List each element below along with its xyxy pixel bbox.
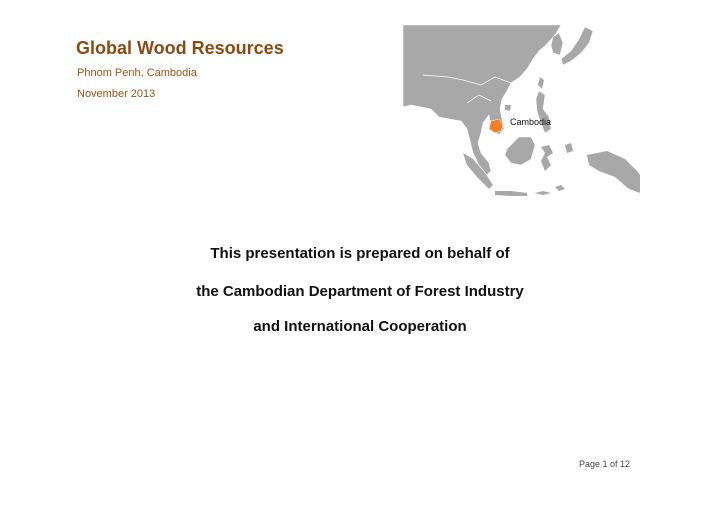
page-number: Page 1 of 12 — [578, 459, 630, 469]
sulawesi-shape — [541, 145, 553, 171]
new-guinea-shape — [587, 151, 640, 193]
hainan-shape — [505, 105, 511, 111]
taiwan-shape — [538, 77, 544, 89]
date-text: November 2013 — [77, 88, 156, 100]
southeast-asia-map: Cambodia — [403, 25, 640, 197]
cambodia-map-label: Cambodia — [510, 117, 551, 127]
slide-title: Global Wood Resources — [76, 38, 284, 58]
body-line-2: the Cambodian Department of Forest Indus… — [196, 283, 524, 300]
borneo-shape — [504, 136, 536, 166]
japan-shape — [560, 26, 594, 66]
body-line-1: This presentation is prepared on behalf … — [210, 245, 510, 262]
eastern-islands-shape — [535, 143, 573, 195]
java-shape — [495, 191, 527, 196]
location-text: Phnom Penh, Cambodia — [77, 67, 197, 79]
body-line-3: and International Cooperation — [253, 318, 467, 335]
